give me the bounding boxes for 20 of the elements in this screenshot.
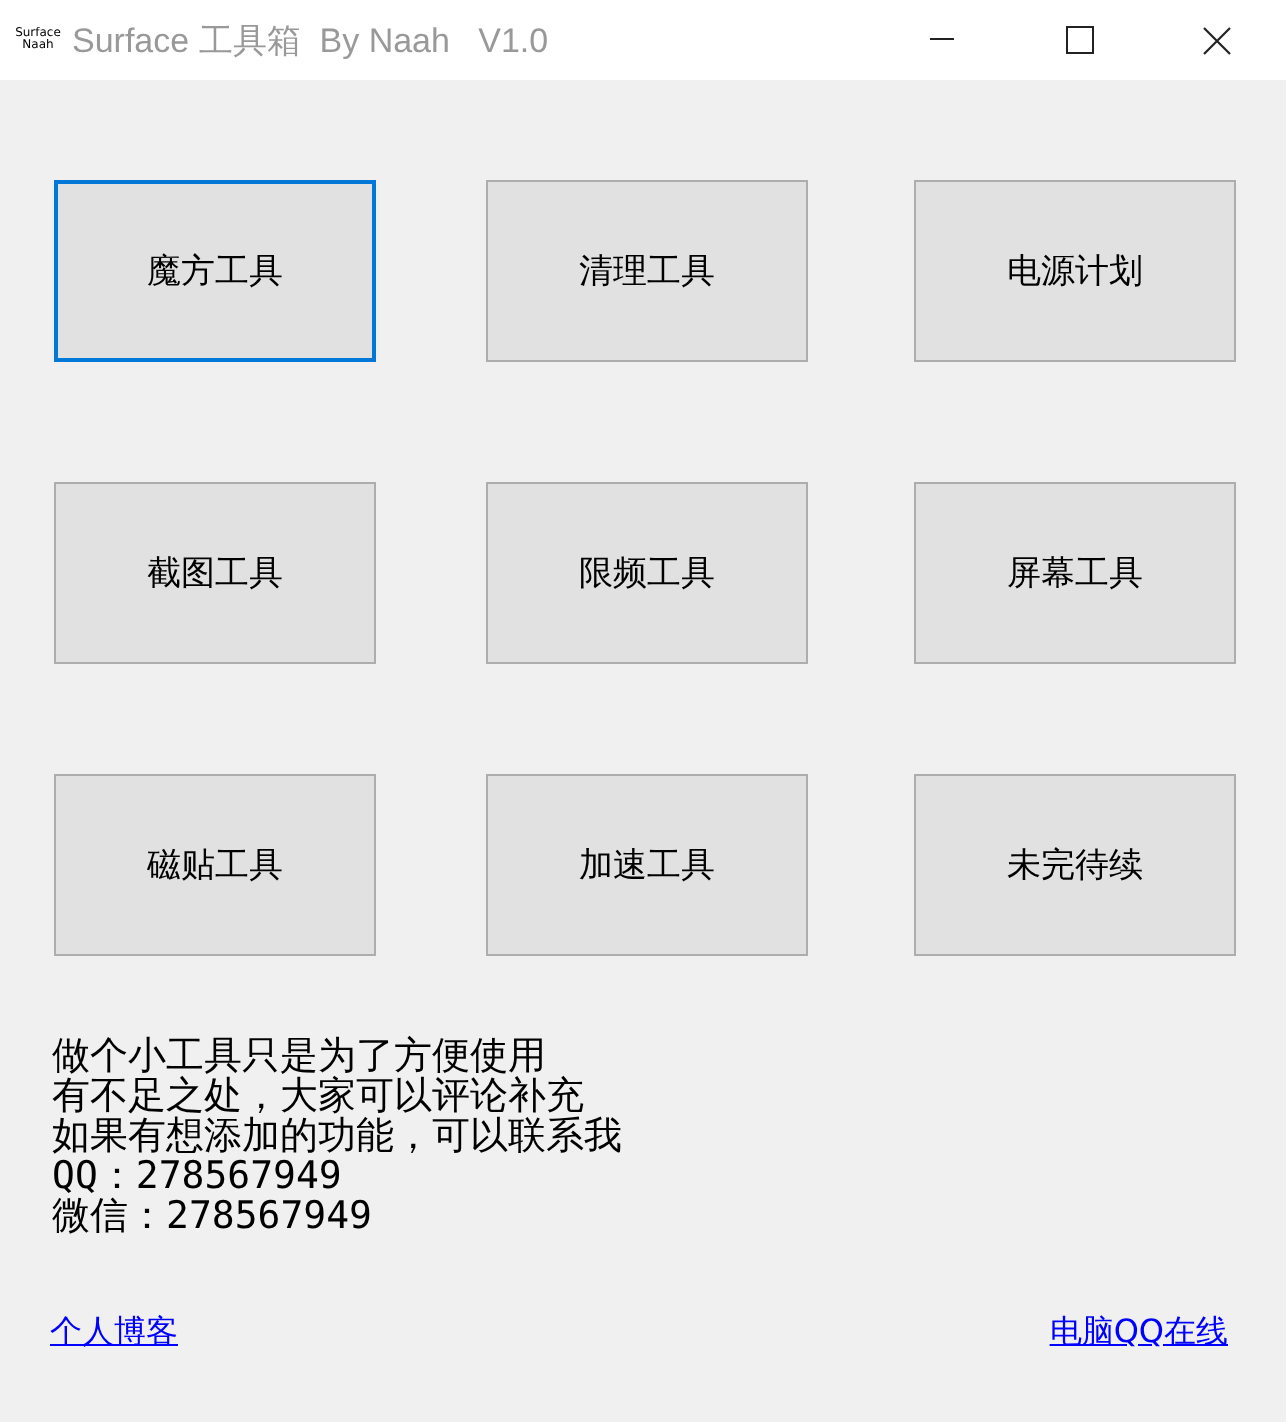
info-text: 微信：278567949 [52, 1196, 374, 1236]
tool-button[interactable]: 截图工具 [54, 482, 376, 664]
tool-button[interactable]: 屏幕工具 [914, 482, 1236, 664]
link[interactable]: 个人博客 [50, 1312, 178, 1354]
close-icon [1202, 25, 1232, 55]
tool-button[interactable]: 限频工具 [486, 482, 808, 664]
info-text: 有不足之处，大家可以评论补充 [52, 1076, 584, 1116]
tool-button[interactable]: 清理工具 [486, 180, 808, 362]
info-text: QQ：278567949 [52, 1156, 344, 1196]
tool-button[interactable]: 加速工具 [486, 774, 808, 956]
tool-button[interactable]: 磁贴工具 [54, 774, 376, 956]
tool-button[interactable]: 电源计划 [914, 180, 1236, 362]
minimize-icon [929, 38, 953, 42]
info-text: 如果有想添加的功能，可以联系我 [52, 1116, 624, 1156]
maximize-icon [1065, 26, 1093, 54]
window-title: Surface 工具箱 By Naah V1.0 [72, 19, 549, 63]
tool-button[interactable]: 魔方工具 [54, 180, 376, 362]
tool-button[interactable]: 未完待续 [914, 774, 1236, 956]
link[interactable]: 电脑QQ在线 [1049, 1312, 1228, 1354]
info-text: 做个小工具只是为了方便使用 [52, 1036, 546, 1076]
